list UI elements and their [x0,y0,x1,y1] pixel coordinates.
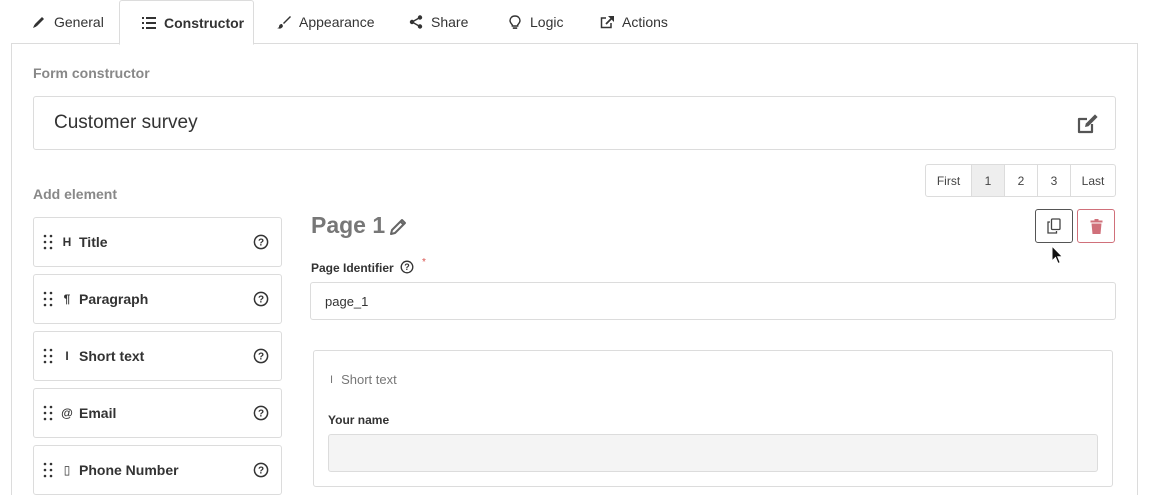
at-icon: @ [61,406,73,420]
element-email[interactable]: @ Email ? [33,388,282,438]
list-icon [141,15,157,31]
drag-handle-icon[interactable] [43,348,53,364]
tab-appearance[interactable]: Appearance [276,0,375,44]
element-label: Email [79,405,117,421]
pagination-page-2[interactable]: 2 [1005,165,1038,196]
tab-actions[interactable]: Actions [599,0,668,44]
element-phone-number[interactable]: ▯ Phone Number ? [33,445,282,495]
element-type-text: Short text [341,372,397,387]
external-link-icon [599,14,615,30]
pagination-page-3[interactable]: 3 [1038,165,1071,196]
paragraph-icon: ¶ [63,292,71,306]
pagination: First 1 2 3 Last [925,164,1116,197]
svg-text:?: ? [404,262,410,272]
delete-page-button[interactable] [1077,209,1115,243]
svg-text:?: ? [258,352,264,363]
help-icon[interactable]: ? [253,348,269,364]
help-icon[interactable]: ? [400,260,414,274]
page-identifier-label: Page Identifier [311,261,394,275]
copy-icon [1047,218,1061,234]
help-icon[interactable]: ? [253,291,269,307]
svg-text:?: ? [258,295,264,306]
page-title: Page 1 [311,212,386,238]
duplicate-page-button[interactable] [1035,209,1073,243]
mouse-cursor-icon [1051,245,1064,265]
page-identifier-input[interactable]: page_1 [310,282,1116,320]
text-cursor-icon: I [330,373,334,386]
form-title-text: Customer survey [54,112,198,133]
drag-handle-icon[interactable] [43,405,53,421]
tab-label: Appearance [299,14,375,30]
share-icon [408,14,424,30]
tab-general[interactable]: General [31,0,104,44]
brush-icon [276,14,292,30]
form-title-field[interactable]: Customer survey [33,96,1116,150]
tab-label: General [54,14,104,30]
heading-icon: H [62,235,72,249]
svg-text:?: ? [258,409,264,420]
element-title[interactable]: H Title ? [33,217,282,267]
help-icon[interactable]: ? [253,234,269,250]
tab-label: Logic [530,14,564,30]
text-cursor-icon: I [65,349,69,363]
required-marker: * [422,257,426,268]
element-label: Short text [79,348,145,364]
tab-label: Share [431,14,469,30]
element-label: Title [79,234,108,250]
pagination-first[interactable]: First [926,165,972,196]
element-type-label: I Short text [330,372,397,387]
element-label: Phone Number [79,462,179,478]
element-paragraph[interactable]: ¶ Paragraph ? [33,274,282,324]
pencil-icon [31,14,47,30]
tab-label: Constructor [164,14,245,31]
tab-constructor[interactable]: Constructor [119,0,254,45]
trash-icon [1090,218,1102,234]
pencil-icon[interactable] [388,217,408,237]
form-constructor-label: Form constructor [33,65,150,81]
pagination-page-1[interactable]: 1 [972,165,1005,196]
your-name-input[interactable] [328,434,1098,472]
element-short-text[interactable]: I Short text ? [33,331,282,381]
edit-icon[interactable] [1075,111,1101,137]
tab-share[interactable]: Share [408,0,468,44]
tab-label: Actions [622,14,668,30]
pagination-last[interactable]: Last [1071,165,1115,196]
drag-handle-icon[interactable] [43,291,53,307]
drag-handle-icon[interactable] [43,234,53,250]
drag-handle-icon[interactable] [43,462,53,478]
lightbulb-icon [507,14,523,30]
your-name-label: Your name [328,413,390,427]
add-element-label: Add element [33,186,118,202]
svg-text:?: ? [258,466,264,477]
help-icon[interactable]: ? [253,405,269,421]
tab-logic[interactable]: Logic [507,0,563,44]
mobile-phone-icon: ▯ [63,463,71,477]
tab-bar: General Constructor Appearance Share Log… [11,0,1138,45]
help-icon[interactable]: ? [253,462,269,478]
element-label: Paragraph [79,291,149,307]
svg-text:?: ? [258,238,264,249]
